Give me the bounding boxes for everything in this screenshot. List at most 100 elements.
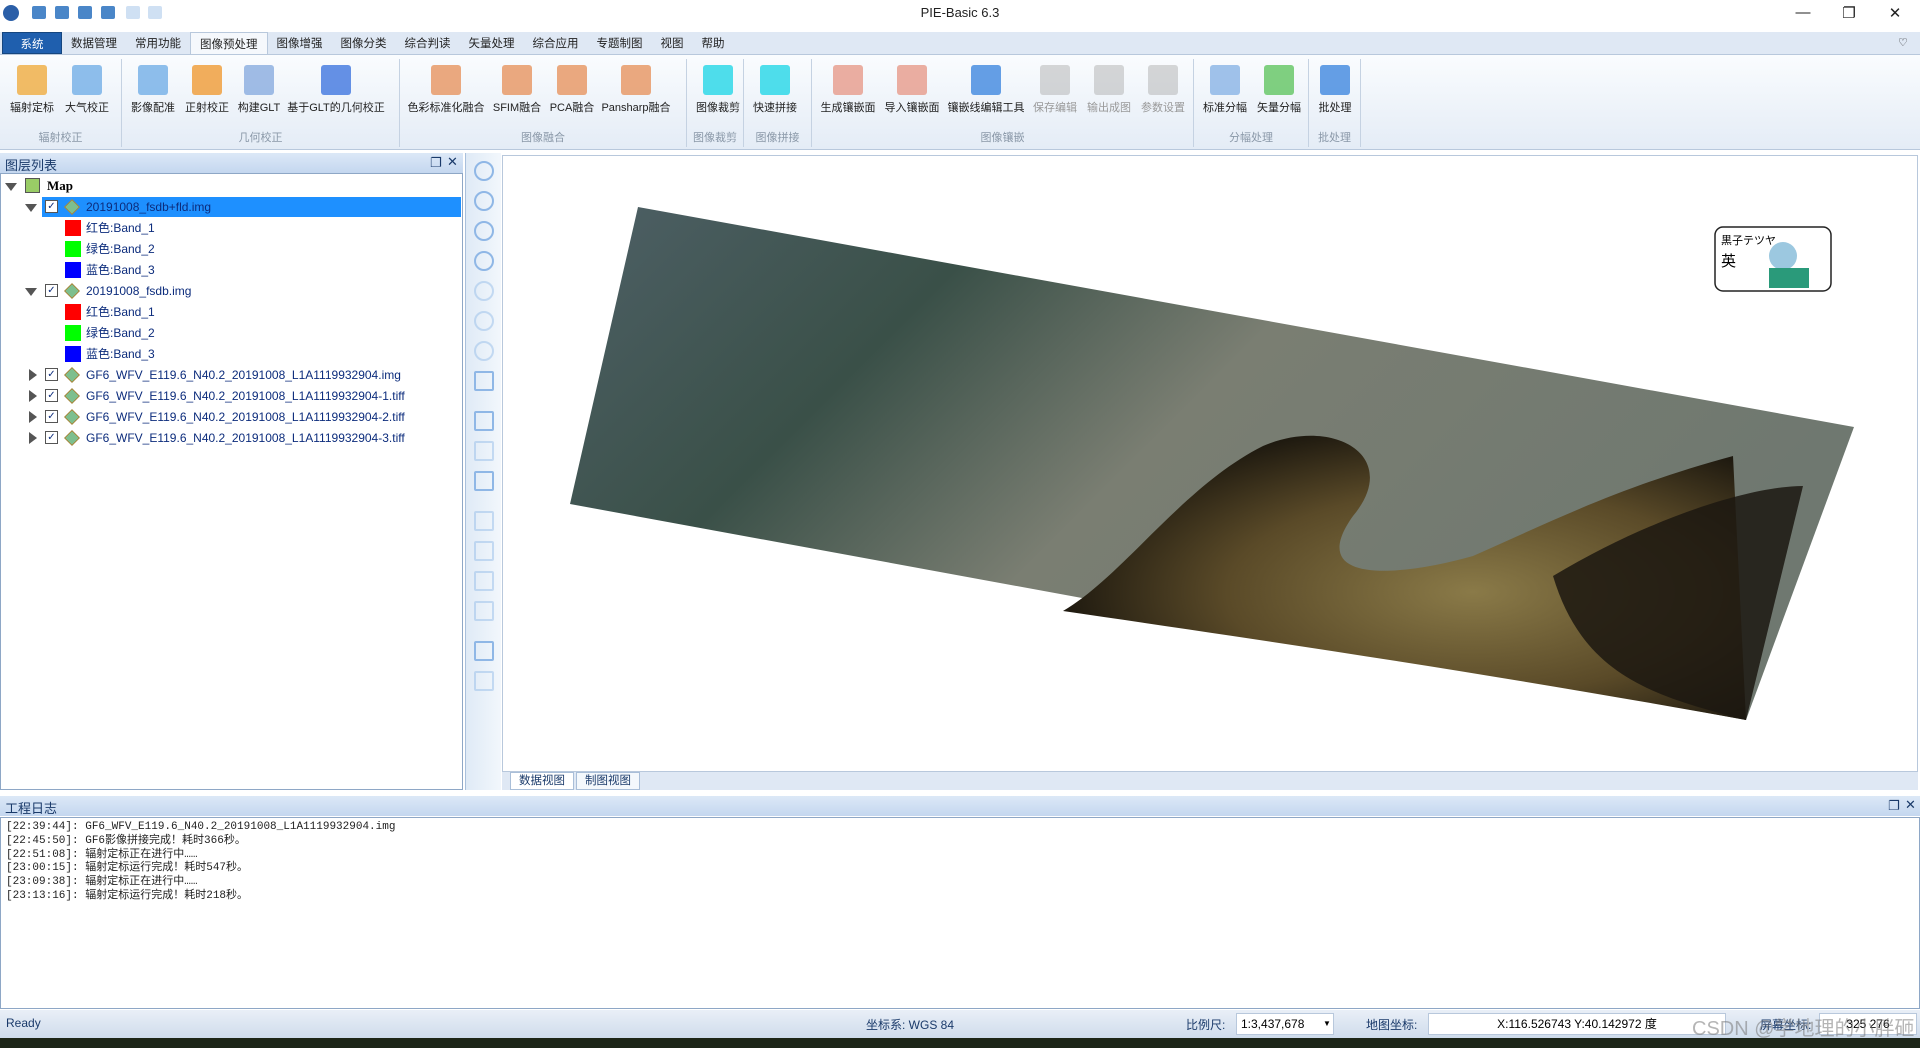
ribbon-button-6-1[interactable]: 矢量分幅 xyxy=(1252,65,1306,115)
tab-5[interactable]: 图像分类 xyxy=(332,32,396,54)
ribbon-button-2-2[interactable]: PCA融合 xyxy=(546,65,598,115)
layer-visibility-checkbox[interactable]: ✓ xyxy=(45,368,58,381)
layer-item[interactable]: ✓ 20191008_fsdb.img xyxy=(1,281,461,301)
zoom-in-box-icon[interactable] xyxy=(474,161,494,181)
tab-11[interactable]: 帮助 xyxy=(693,32,734,54)
layer-item[interactable]: ✓ GF6_WFV_E119.6_N40.2_20191008_L1A111993… xyxy=(1,365,461,385)
ribbon-button-5-0[interactable]: 生成镶嵌面 xyxy=(816,65,880,115)
restore-button[interactable]: ❐ xyxy=(1834,4,1864,22)
tab-10[interactable]: 视图 xyxy=(652,32,693,54)
band-label: 红色:Band_1 xyxy=(86,305,155,319)
ribbon-button-0-0[interactable]: 辐射定标 xyxy=(4,65,60,115)
ribbon-button-label: 矢量分幅 xyxy=(1257,102,1301,114)
layer-root[interactable]: Map xyxy=(1,176,461,196)
chevron-down-icon[interactable]: ▼ xyxy=(1323,1014,1331,1034)
tab-3[interactable]: 图像预处理 xyxy=(190,32,268,54)
zoom-in-icon[interactable] xyxy=(474,221,494,241)
ribbon-button-5-4[interactable]: 输出成图 xyxy=(1082,65,1136,115)
copy-icon[interactable] xyxy=(474,511,494,531)
ribbon-button-1-2[interactable]: 构建GLT xyxy=(234,65,284,115)
tab-9[interactable]: 专题制图 xyxy=(588,32,652,54)
close-panel-icon[interactable]: ✕ xyxy=(447,154,458,170)
ribbon-tool-icon xyxy=(1040,65,1070,95)
close-button[interactable]: ✕ xyxy=(1880,4,1910,22)
crosshair-icon[interactable] xyxy=(474,411,494,431)
collapse-icon[interactable] xyxy=(25,204,37,212)
tab-7[interactable]: 矢量处理 xyxy=(460,32,524,54)
layer-item[interactable]: ✓ GF6_WFV_E119.6_N40.2_20191008_L1A111993… xyxy=(1,407,461,427)
ribbon-button-3-0[interactable]: 图像裁剪 xyxy=(691,65,745,115)
expand-icon[interactable] xyxy=(29,390,37,402)
measure-icon[interactable] xyxy=(474,471,494,491)
tab-8[interactable]: 综合应用 xyxy=(524,32,588,54)
ribbon-button-label: 快速拼接 xyxy=(753,102,797,114)
float-icon[interactable]: ❐ xyxy=(430,155,442,171)
root-label: Map xyxy=(47,178,73,193)
ribbon-button-7-0[interactable]: 批处理 xyxy=(1313,65,1357,115)
paste-icon[interactable] xyxy=(474,571,494,591)
ribbon-button-5-5[interactable]: 参数设置 xyxy=(1136,65,1190,115)
ribbon-button-label: 输出成图 xyxy=(1087,102,1131,114)
ribbon-tool-icon xyxy=(244,65,274,95)
map-view-tabs: 数据视图 制图视图 xyxy=(502,772,1918,790)
zoom-out-icon[interactable] xyxy=(474,251,494,271)
identify-icon[interactable] xyxy=(474,441,494,461)
title-bar: PIE-Basic 6.3 — ❐ ✕ xyxy=(0,0,1920,30)
tab-2[interactable]: 常用功能 xyxy=(126,32,190,54)
close-panel-icon[interactable]: ✕ xyxy=(1905,797,1916,813)
tab-1[interactable]: 数据管理 xyxy=(62,32,126,54)
expand-icon[interactable] xyxy=(29,369,37,381)
collapse-icon[interactable] xyxy=(25,288,37,296)
ribbon-button-0-1[interactable]: 大气校正 xyxy=(60,65,114,115)
layer-panel-header: 图层列表 ❐ ✕ xyxy=(0,153,463,173)
layer-visibility-checkbox[interactable]: ✓ xyxy=(45,284,58,297)
layer-item[interactable]: ✓ GF6_WFV_E119.6_N40.2_20191008_L1A111993… xyxy=(1,428,461,448)
ribbon-button-1-1[interactable]: 正射校正 xyxy=(180,65,234,115)
ribbon-button-label: 辐射定标 xyxy=(10,102,54,114)
ribbon-button-2-0[interactable]: 色彩标准化融合 xyxy=(404,65,488,115)
ribbon-button-label: 图像裁剪 xyxy=(696,102,740,114)
scale-select[interactable]: 1:3,437,678 ▼ xyxy=(1236,1013,1334,1035)
ribbon-collapse-icon[interactable]: ♡ xyxy=(1898,36,1908,49)
ribbon-button-5-2[interactable]: 镶嵌线编辑工具 xyxy=(944,65,1028,115)
layer-visibility-checkbox[interactable]: ✓ xyxy=(45,200,58,213)
tab-data-view[interactable]: 数据视图 xyxy=(510,772,574,790)
layer-item[interactable]: ✓ GF6_WFV_E119.6_N40.2_20191008_L1A111993… xyxy=(1,386,461,406)
undo-icon[interactable] xyxy=(474,641,494,661)
collapse-icon[interactable] xyxy=(5,183,17,191)
layer-visibility-checkbox[interactable]: ✓ xyxy=(45,431,58,444)
ribbon-tool-icon xyxy=(703,65,733,95)
layer-item[interactable]: ✓ 20191008_fsdb+fld.img xyxy=(1,197,461,217)
redo-icon[interactable] xyxy=(474,671,494,691)
log-output[interactable]: [22:39:44]: GF6_WFV_E119.6_N40.2_2019100… xyxy=(0,817,1920,1009)
ribbon-button-6-0[interactable]: 标准分幅 xyxy=(1198,65,1252,115)
ribbon-button-4-0[interactable]: 快速拼接 xyxy=(748,65,802,115)
map-view[interactable]: 黒子テツヤ 英 xyxy=(502,155,1918,772)
ribbon-group-label: 几何校正 xyxy=(238,132,283,144)
swipe-icon[interactable] xyxy=(474,371,494,391)
ribbon-button-2-1[interactable]: SFIM融合 xyxy=(488,65,546,115)
tab-4[interactable]: 图像增强 xyxy=(268,32,332,54)
ribbon-button-1-3[interactable]: 基于GLT的几何校正 xyxy=(284,65,388,115)
layer-visibility-checkbox[interactable]: ✓ xyxy=(45,410,58,423)
layer-visibility-checkbox[interactable]: ✓ xyxy=(45,389,58,402)
ribbon-button-label: Pansharp融合 xyxy=(601,102,671,114)
delete-icon[interactable] xyxy=(474,601,494,621)
ribbon-button-2-3[interactable]: Pansharp融合 xyxy=(598,65,674,115)
actual-size-icon[interactable] xyxy=(474,341,494,361)
ribbon-tool-icon xyxy=(1320,65,1350,95)
tab-0[interactable]: 系统 xyxy=(2,32,62,54)
pan-icon[interactable] xyxy=(474,281,494,301)
ribbon-button-5-1[interactable]: 导入镶嵌面 xyxy=(880,65,944,115)
minimize-button[interactable]: — xyxy=(1788,4,1818,21)
expand-icon[interactable] xyxy=(29,432,37,444)
expand-icon[interactable] xyxy=(29,411,37,423)
tab-6[interactable]: 综合判读 xyxy=(396,32,460,54)
cut-icon[interactable] xyxy=(474,541,494,561)
ribbon-button-5-3[interactable]: 保存编辑 xyxy=(1028,65,1082,115)
ribbon-button-1-0[interactable]: 影像配准 xyxy=(126,65,180,115)
tab-layout-view[interactable]: 制图视图 xyxy=(576,772,640,790)
float-icon[interactable]: ❐ xyxy=(1888,798,1900,814)
zoom-out-box-icon[interactable] xyxy=(474,191,494,211)
full-extent-icon[interactable] xyxy=(474,311,494,331)
